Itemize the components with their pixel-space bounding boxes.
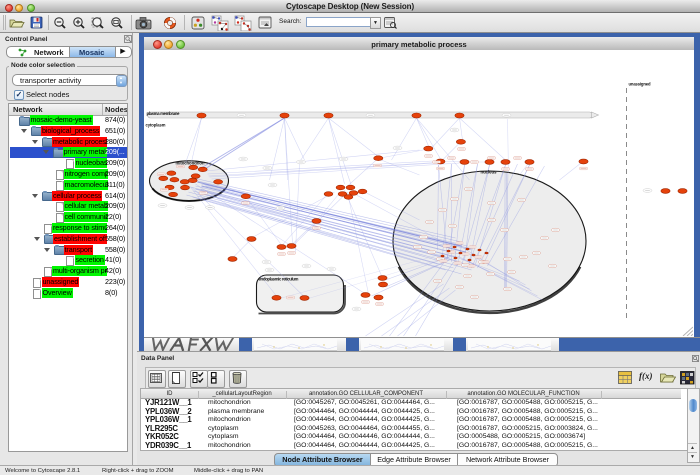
svg-text:cytoplasm: cytoplasm [146,123,166,128]
svg-text:plasma membrane: plasma membrane [147,111,181,116]
svg-text:unassigned: unassigned [629,82,651,87]
svg-text:endoplasmic reticulum: endoplasmic reticulum [259,277,299,282]
svg-text:nucleus: nucleus [481,170,498,175]
svg-text:mitochondrion: mitochondrion [176,161,205,166]
